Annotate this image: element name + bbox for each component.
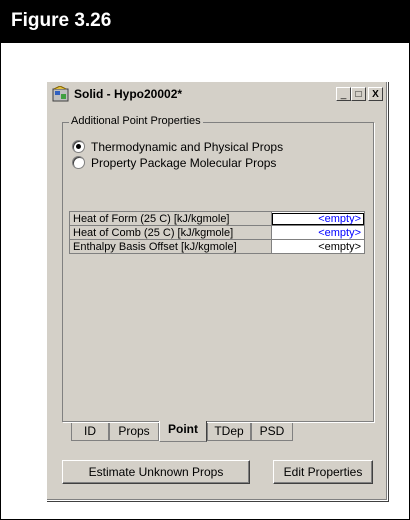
minimize-button[interactable]: _ [336,87,351,101]
group-label: Additional Point Properties [69,115,203,127]
table-row: Enthalpy Basis Offset [kJ/kgmole] <empty… [69,239,366,254]
radio-thermodynamic[interactable]: Thermodynamic and Physical Props [72,140,283,154]
row-label: Heat of Comb (25 C) [kJ/kgmole] [69,225,272,240]
row-value-cell[interactable]: <empty> [270,211,366,226]
figure-frame: Figure 3.26 Solid - Hypo20002* _ □ X Add… [0,0,410,520]
row-label: Enthalpy Basis Offset [kJ/kgmole] [69,239,272,254]
title-bar[interactable]: Solid - Hypo20002* _ □ X [50,85,383,105]
minimize-icon: _ [340,89,347,100]
tab-psd[interactable]: PSD [251,423,293,441]
figure-header: Figure 3.26 [1,1,409,43]
row-label: Heat of Form (25 C) [kJ/kgmole] [69,211,272,226]
edit-properties-button[interactable]: Edit Properties [273,460,373,484]
solid-properties-window: Solid - Hypo20002* _ □ X Additional Poin… [46,81,388,501]
estimate-unknown-props-button[interactable]: Estimate Unknown Props [62,460,250,484]
row-value-cell[interactable]: <empty> [270,239,366,254]
maximize-icon: □ [355,89,362,100]
close-button[interactable]: X [368,87,383,101]
radio-button-unselected[interactable] [72,156,85,169]
row-value-cell[interactable]: <empty> [270,225,366,240]
tab-point[interactable]: Point [159,421,207,442]
radio-property-package[interactable]: Property Package Molecular Props [72,156,276,170]
window-title: Solid - Hypo20002* [74,87,183,101]
radio-label-property-package: Property Package Molecular Props [91,156,277,170]
table-row: Heat of Form (25 C) [kJ/kgmole] <empty> [69,211,366,226]
close-icon: X [372,89,379,100]
tab-tdep[interactable]: TDep [207,423,251,441]
figure-title: Figure 3.26 [11,10,112,31]
radio-label-thermodynamic: Thermodynamic and Physical Props [91,140,284,154]
tab-props[interactable]: Props [109,423,159,441]
solid-app-icon [52,86,69,102]
tab-id[interactable]: ID [71,423,109,441]
maximize-button[interactable]: □ [351,87,366,101]
point-properties-table: Heat of Form (25 C) [kJ/kgmole] <empty> … [69,211,366,254]
radio-button-selected[interactable] [72,140,85,153]
table-row: Heat of Comb (25 C) [kJ/kgmole] <empty> [69,225,366,240]
